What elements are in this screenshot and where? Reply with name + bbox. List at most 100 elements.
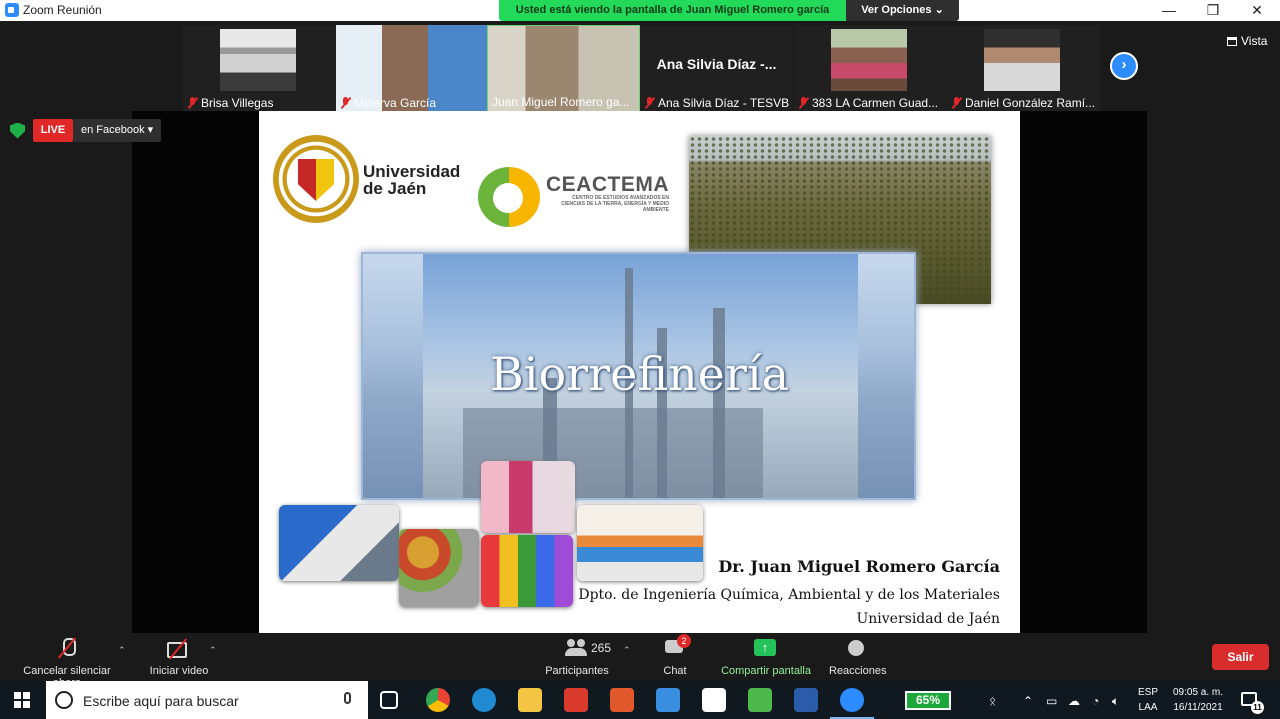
zoom-taskbar-icon[interactable] <box>830 688 874 719</box>
participant-name: Daniel González Ramí... <box>965 95 1096 110</box>
minimize-button[interactable]: — <box>1146 0 1192 21</box>
product-image-plastics <box>481 535 573 607</box>
mic-muted-icon <box>58 637 76 659</box>
next-page-icon[interactable]: › <box>1110 52 1138 80</box>
participant-name: Juan Miguel Romero ga... <box>492 94 630 109</box>
view-grid-icon <box>1227 36 1237 46</box>
keyboard-layout: LAA <box>1138 702 1158 713</box>
participant-tile[interactable]: Minerva García <box>336 25 489 112</box>
video-off-icon <box>167 637 191 659</box>
green-app-icon[interactable] <box>748 688 772 712</box>
battery-indicator[interactable]: 65% <box>905 691 951 710</box>
screen-share-banner: Usted está viendo la pantalla de Juan Mi… <box>499 0 846 21</box>
mic-muted-icon <box>951 96 962 109</box>
participant-tile[interactable]: 383 LA Carmen Guad... <box>794 25 947 112</box>
share-screen-label: Compartir pantalla <box>721 665 811 677</box>
red-app-icon[interactable] <box>564 688 588 712</box>
live-destination-dropdown[interactable]: en Facebook ▾ <box>73 119 162 142</box>
participants-button[interactable]: 265 Participantes ⌃ <box>543 637 631 677</box>
share-screen-icon <box>754 637 778 659</box>
participant-video <box>984 29 1060 91</box>
participants-caret-icon[interactable]: ⌃ <box>623 645 631 656</box>
input-language[interactable]: ESP LAA <box>1134 685 1162 715</box>
product-image-cans <box>399 529 479 607</box>
shared-screen-stage: LIVE en Facebook ▾ Universidad de Jaén C… <box>0 111 1280 633</box>
gallery-view-button[interactable]: Vista <box>1227 34 1267 48</box>
windows-start-icon[interactable] <box>14 692 30 708</box>
center-title: CEACTEMA <box>546 173 669 196</box>
windows-taskbar: Escribe aquí para buscar 65% ᛟ ⌃ ▭ ☁ ◔ 🔈… <box>0 681 1280 719</box>
edge-icon[interactable] <box>472 688 496 712</box>
participant-video <box>831 29 907 91</box>
live-badge[interactable]: LIVE <box>33 119 73 142</box>
ceactema-logo <box>478 167 540 227</box>
university-seal-logo <box>273 135 359 223</box>
participant-tile[interactable]: Ana Silvia Díaz -... Ana Silvia Díaz - T… <box>640 25 793 112</box>
department-name: Dpto. de Ingeniería Química, Ambiental y… <box>578 587 1000 603</box>
word-icon[interactable] <box>794 688 818 712</box>
participant-tile-active-speaker[interactable]: Juan Miguel Romero ga... <box>487 25 640 112</box>
clock[interactable]: 09:05 a. m. 16/11/2021 <box>1166 685 1230 715</box>
file-explorer-icon[interactable] <box>518 688 542 712</box>
cloud-sync-icon[interactable]: ☁ <box>1068 694 1080 708</box>
participant-tile[interactable]: Daniel González Ramí... <box>947 25 1100 112</box>
task-view-icon[interactable] <box>380 691 398 709</box>
participant-name: 383 LA Carmen Guad... <box>812 95 939 110</box>
show-hidden-icons-chevron-icon[interactable]: ⌃ <box>1023 694 1033 708</box>
participant-tile[interactable]: Brisa Villegas <box>183 25 336 112</box>
slide-title: Biorrefinería <box>489 347 790 401</box>
product-image-pharma <box>577 505 703 581</box>
live-stream-indicator: LIVE en Facebook ▾ <box>10 119 162 142</box>
participants-icon <box>565 637 589 659</box>
voice-search-icon[interactable] <box>344 692 351 704</box>
window-title: Zoom Reunión <box>23 3 102 17</box>
participant-name: Minerva García <box>354 95 437 110</box>
mic-muted-icon <box>644 96 655 109</box>
wifi-icon[interactable]: ◔ <box>1092 694 1099 708</box>
language-code: ESP <box>1137 687 1158 698</box>
restore-button[interactable]: ❐ <box>1190 0 1236 21</box>
encryption-shield-icon[interactable] <box>10 122 25 139</box>
volume-icon[interactable]: 🔈︎ <box>1112 694 1119 709</box>
participants-count: 265 <box>591 641 612 655</box>
product-image-cosmetics <box>481 461 575 533</box>
zoom-app-icon <box>5 3 19 17</box>
mic-muted-icon <box>187 96 198 109</box>
product-image-fuel <box>279 505 399 581</box>
orange-app-icon[interactable] <box>610 688 634 712</box>
reactions-button[interactable]: Reacciones <box>829 637 887 677</box>
share-screen-button[interactable]: Compartir pantalla <box>720 637 812 677</box>
institution-name: Universidad de Jaén <box>856 611 1000 627</box>
mic-muted-icon <box>798 96 809 109</box>
notification-count-badge: 11 <box>1251 701 1264 714</box>
participant-display-name: Ana Silvia Díaz -... <box>656 56 777 72</box>
chrome-icon[interactable] <box>426 688 450 712</box>
author-name: Dr. Juan Miguel Romero García <box>718 557 1000 576</box>
close-button[interactable]: ✕ <box>1234 0 1280 21</box>
taskbar-search-box[interactable]: Escribe aquí para buscar <box>46 681 368 719</box>
mic-muted-icon <box>340 96 351 109</box>
view-options-button[interactable]: Ver Opciones ⌄ <box>846 0 959 21</box>
leave-meeting-button[interactable]: Salir <box>1212 644 1269 670</box>
audio-options-caret-icon[interactable]: ⌃ <box>118 645 126 656</box>
video-options-caret-icon[interactable]: ⌃ <box>209 645 217 656</box>
search-placeholder: Escribe aquí para buscar <box>83 693 239 709</box>
battery-tray-icon[interactable]: ▭ <box>1046 694 1057 708</box>
chat-icon: 2 <box>665 634 691 659</box>
clock-time: 09:05 a. m. <box>1172 687 1224 698</box>
mail-icon[interactable] <box>656 688 680 712</box>
center-subtitle: CENTRO DE ESTUDIOS AVANZADOS EN CIENCIAS… <box>561 195 669 213</box>
store-icon[interactable] <box>702 688 726 712</box>
presentation-slide: Universidad de Jaén CEACTEMA CENTRO DE E… <box>259 111 1020 633</box>
participant-video <box>220 29 296 91</box>
reactions-label: Reacciones <box>829 665 887 677</box>
start-video-label: Iniciar video <box>149 665 209 677</box>
start-video-button[interactable]: Iniciar video ⌃ <box>146 637 217 677</box>
chat-label: Chat <box>663 665 687 677</box>
participant-name: Brisa Villegas <box>201 95 274 110</box>
cortana-icon <box>55 691 73 709</box>
university-name: Universidad de Jaén <box>363 162 461 198</box>
chat-button[interactable]: 2 Chat <box>660 634 691 677</box>
participants-label: Participantes <box>545 665 609 677</box>
people-icon[interactable]: ᛟ <box>989 694 996 708</box>
